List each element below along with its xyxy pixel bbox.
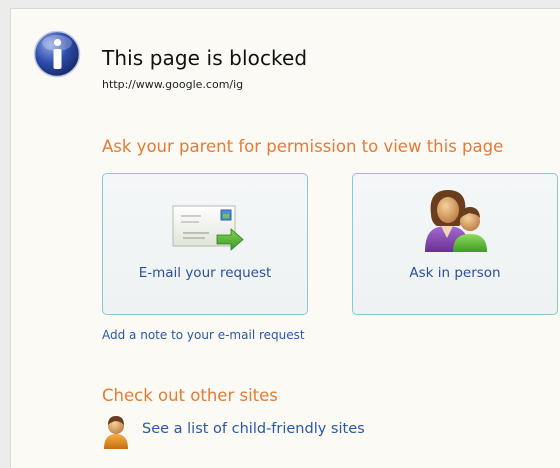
permission-heading: Ask your parent for permission to view t…	[102, 137, 504, 156]
blocked-url: http://www.google.com/ig	[102, 78, 244, 91]
email-request-label: E-mail your request	[138, 265, 272, 281]
child-friendly-sites-link[interactable]: See a list of child-friendly sites	[142, 421, 365, 437]
parent-child-icon	[425, 190, 487, 252]
child-avatar-icon	[104, 416, 128, 449]
email-request-button[interactable]: E-mail your request	[102, 173, 308, 315]
other-sites-heading: Check out other sites	[102, 386, 278, 405]
ask-in-person-label: Ask in person	[409, 265, 501, 281]
blocked-page: This page is blocked http://www.google.c…	[10, 8, 560, 468]
child-friendly-sites-row[interactable]: See a list of child-friendly sites	[102, 413, 382, 449]
info-icon	[33, 30, 81, 78]
ask-in-person-button[interactable]: Ask in person	[352, 173, 558, 315]
add-note-link[interactable]: Add a note to your e-mail request	[102, 328, 305, 342]
envelope-arrow-icon	[172, 205, 244, 251]
page-title: This page is blocked	[102, 46, 308, 70]
